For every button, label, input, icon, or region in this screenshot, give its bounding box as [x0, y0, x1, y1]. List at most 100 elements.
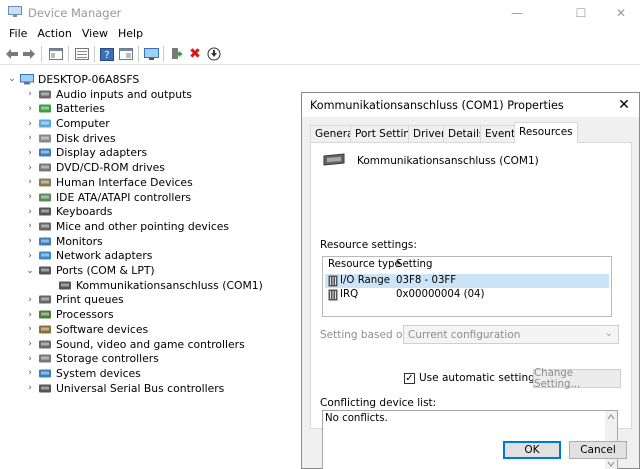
menu-view[interactable]: View — [77, 25, 113, 43]
show-hide-console-button[interactable] — [47, 45, 65, 63]
properties-dialog: Kommunikationsanschluss (COM1) Propertie… — [301, 92, 640, 469]
menu-action[interactable]: Action — [32, 25, 76, 43]
chevron-right-icon[interactable]: › — [25, 163, 35, 173]
tree-item-ide-ata-atapi-controllers[interactable]: › IDE ATA/ATAPI controllers — [25, 190, 191, 205]
tree-item-label: Audio inputs and outputs — [56, 87, 192, 101]
tree-item-print-queues[interactable]: › Print queues — [25, 293, 124, 308]
device-manager-window: Device Manager — ☐ ✕ File Action View He… — [0, 0, 640, 469]
chevron-right-icon[interactable]: › — [25, 339, 35, 349]
tree-item-computer[interactable]: › Computer — [25, 116, 110, 131]
tree-item-sound-video-and-game-controllers[interactable]: › Sound, video and game controllers — [25, 337, 245, 352]
menu-file[interactable]: File — [4, 25, 32, 43]
device-manager-app-icon — [8, 6, 22, 17]
tree-item-label: Print queues — [56, 293, 124, 307]
chevron-right-icon[interactable]: › — [25, 104, 35, 114]
tab-resources[interactable]: Resources — [514, 122, 578, 143]
tree-item-mice-and-other-pointing-devices[interactable]: › Mice and other pointing devices — [25, 219, 229, 234]
setting-based-on-select[interactable]: Current configuration ⌄ — [403, 325, 619, 344]
tree-item-storage-controllers[interactable]: › Storage controllers — [25, 351, 159, 366]
minimize-button[interactable]: — — [494, 0, 540, 25]
computer-icon — [39, 119, 51, 128]
device-tree: ⌄ DESKTOP-06A8SFS › Audio inputs and outp… — [0, 66, 300, 469]
tree-item-keyboards[interactable]: › Keyboards — [25, 204, 112, 219]
tree-item-display-adapters[interactable]: › Display adapters — [25, 146, 147, 161]
chevron-right-icon[interactable]: › — [25, 251, 35, 261]
tree-root[interactable]: ⌄ DESKTOP-06A8SFS — [7, 72, 139, 87]
chevron-right-icon[interactable]: › — [25, 354, 35, 364]
system-device-icon — [39, 369, 51, 378]
conflict-scrollbar[interactable] — [605, 411, 617, 469]
tree-item-label: Monitors — [56, 234, 103, 248]
tree-item-batteries[interactable]: › Batteries — [25, 102, 105, 117]
use-automatic-settings-label[interactable]: Use automatic settings — [419, 372, 540, 384]
resource-row-irq[interactable]: IRQ 0x00000004 (04) — [325, 288, 609, 302]
dialog-title-bar: Kommunikationsanschluss (COM1) Propertie… — [302, 93, 639, 117]
resource-type: I/O Range — [340, 275, 390, 286]
maximize-icon: ☐ — [575, 5, 587, 20]
forward-icon — [23, 49, 35, 59]
change-setting-button[interactable]: Change Setting... — [533, 368, 621, 390]
tree-item-software-devices[interactable]: › Software devices — [25, 322, 148, 337]
resource-row-io-range[interactable]: I/O Range 03F8 - 03FF — [325, 274, 609, 288]
window-title: Device Manager — [28, 6, 122, 20]
chevron-right-icon[interactable]: › — [25, 310, 35, 320]
column-header-setting[interactable]: Setting — [396, 259, 432, 270]
scan-hardware-button[interactable] — [142, 45, 160, 63]
use-automatic-settings-checkbox[interactable]: ✓ — [404, 373, 415, 384]
tree-item-label: IDE ATA/ATAPI controllers — [56, 190, 192, 204]
chevron-right-icon[interactable]: › — [25, 295, 35, 305]
chevron-right-icon[interactable]: › — [25, 119, 35, 129]
scroll-up-icon[interactable] — [607, 414, 615, 420]
close-icon: ✕ — [615, 5, 627, 20]
close-window-button[interactable]: ✕ — [598, 0, 640, 25]
tree-item-human-interface-devices[interactable]: › Human Interface Devices — [25, 175, 193, 190]
resource-view-button[interactable] — [117, 45, 135, 63]
chevron-right-icon[interactable]: › — [25, 221, 35, 231]
cancel-button[interactable]: Cancel — [569, 441, 627, 459]
chevron-right-icon[interactable]: › — [25, 177, 35, 187]
chevron-right-icon[interactable]: › — [25, 383, 35, 393]
tree-item-dvd-cd-rom-drives[interactable]: › DVD/CD-ROM drives — [25, 160, 165, 175]
tree-item-ports-com-lpt[interactable]: ⌄ Ports (COM & LPT) — [25, 263, 155, 278]
tree-item-audio-inputs-and-outputs[interactable]: › Audio inputs and outputs — [25, 87, 192, 102]
usb-icon — [39, 384, 51, 393]
chevron-right-icon[interactable]: › — [25, 133, 35, 143]
back-button[interactable] — [3, 45, 21, 63]
chevron-right-icon[interactable]: › — [25, 192, 35, 202]
help-button[interactable]: ? — [98, 45, 116, 63]
chevron-right-icon[interactable]: › — [25, 207, 35, 217]
tree-item-label: Sound, video and game controllers — [56, 337, 245, 351]
chevron-right-icon[interactable]: › — [25, 368, 35, 378]
tree-item-processors[interactable]: › Processors — [25, 307, 113, 322]
chevron-right-icon[interactable]: › — [25, 148, 35, 158]
tree-item-label: Storage controllers — [56, 352, 159, 366]
chevron-right-icon[interactable]: › — [25, 324, 35, 334]
conflicting-device-list[interactable]: No conflicts. — [322, 410, 618, 469]
tree-item-system-devices[interactable]: › System devices — [25, 366, 141, 381]
tree-child-kommunikationsanschluss-com1[interactable]: Kommunikationsanschluss (COM1) — [55, 278, 263, 293]
com-port-icon — [59, 281, 71, 290]
uninstall-device-button[interactable]: ✖ — [186, 45, 204, 63]
battery-icon — [39, 104, 51, 113]
update-driver-button[interactable] — [167, 45, 185, 63]
disable-device-button[interactable] — [205, 45, 223, 63]
forward-button[interactable] — [20, 45, 38, 63]
tree-item-label: Ports (COM & LPT) — [56, 264, 155, 278]
tree-item-disk-drives[interactable]: › Disk drives — [25, 131, 115, 146]
chevron-down-icon[interactable]: ⌄ — [7, 74, 17, 84]
device-list-button[interactable] — [73, 45, 91, 63]
tree-item-network-adapters[interactable]: › Network adapters — [25, 249, 152, 264]
menu-help[interactable]: Help — [113, 25, 148, 43]
com-port-icon — [323, 153, 345, 166]
toolbar-separator — [41, 46, 42, 62]
tree-item-universal-serial-bus-controllers[interactable]: › Universal Serial Bus controllers — [25, 381, 224, 396]
chevron-right-icon[interactable]: › — [25, 89, 35, 99]
chevron-right-icon[interactable]: › — [25, 236, 35, 246]
scroll-down-icon[interactable] — [607, 461, 615, 467]
ok-button[interactable]: OK — [503, 441, 561, 459]
tree-item-monitors[interactable]: › Monitors — [25, 234, 103, 249]
resource-list[interactable]: Resource type Setting I/O Range 03F8 - 0… — [322, 256, 612, 317]
dialog-close-button[interactable]: ✕ — [615, 96, 633, 114]
column-header-resource-type[interactable]: Resource type — [328, 259, 401, 270]
chevron-down-icon[interactable]: ⌄ — [25, 266, 35, 276]
